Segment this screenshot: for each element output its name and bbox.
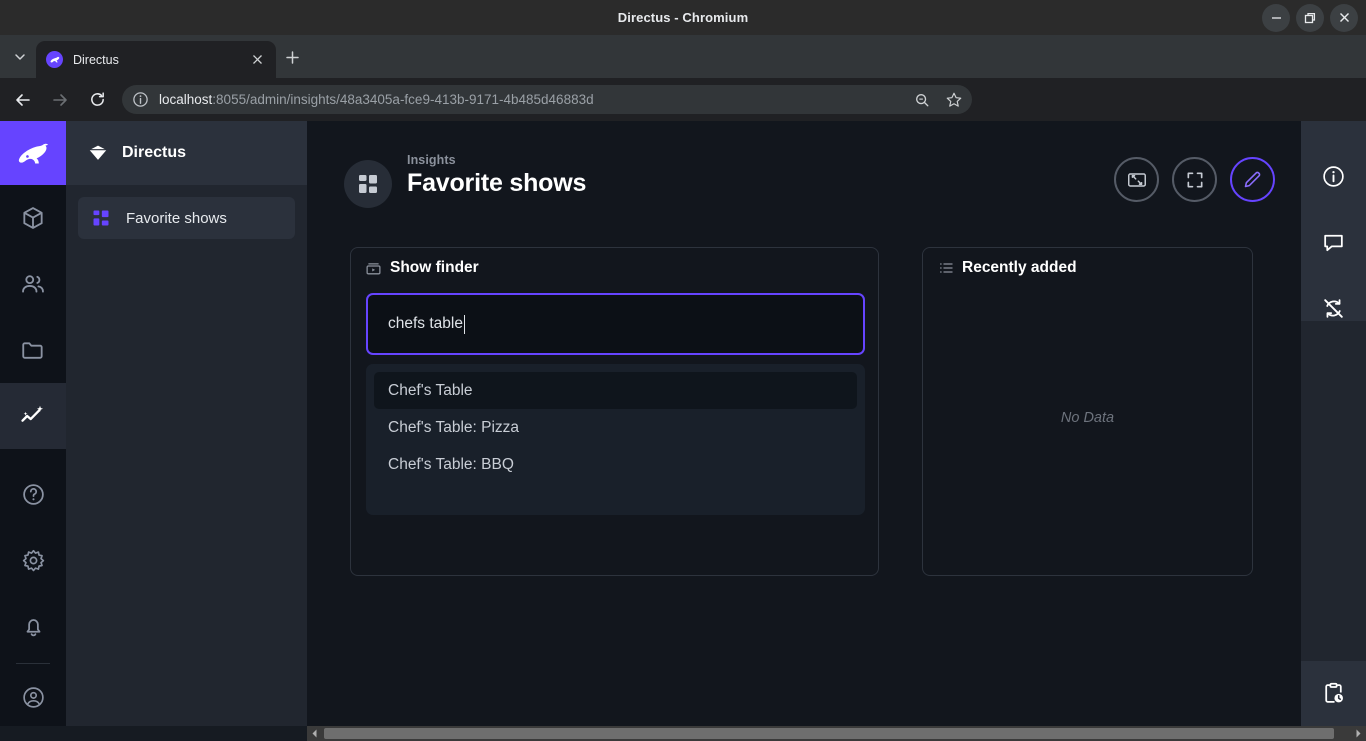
search-suggestions-dropdown: Chef's Table Chef's Table: Pizza Chef's … <box>366 364 865 515</box>
back-arrow-icon[interactable] <box>9 86 37 114</box>
chevron-down-icon[interactable] <box>10 47 30 67</box>
sidebar-divider <box>16 663 50 664</box>
browser-tab-title: Directus <box>73 52 119 67</box>
sidebar-item-label: Favorite shows <box>126 209 227 227</box>
fullscreen-button[interactable] <box>1172 157 1217 202</box>
settings-gear-icon[interactable] <box>0 527 66 593</box>
close-icon[interactable] <box>248 51 266 69</box>
image-fit-button[interactable] <box>1114 157 1159 202</box>
directus-diamond-icon <box>86 141 110 165</box>
scroll-left-arrow-icon[interactable] <box>307 726 322 741</box>
omnibox[interactable]: localhost:8055/admin/insights/48a3405a-f… <box>122 85 972 114</box>
suggestion-item[interactable]: Chef's Table <box>374 372 857 409</box>
search-input-value: chefs table <box>388 315 463 332</box>
browser-tabstrip: Directus <box>0 35 1366 78</box>
page-actions <box>1114 157 1275 202</box>
window-close-button[interactable] <box>1330 3 1358 32</box>
list-icon <box>937 260 954 277</box>
dashboard-grid-icon <box>344 160 392 208</box>
horizontal-scrollbar[interactable] <box>307 726 1366 741</box>
main-content: Insights Favorite shows Show finder chef… <box>307 121 1301 726</box>
zoom-icon[interactable] <box>910 88 934 112</box>
window-controls <box>1262 0 1358 35</box>
comments-icon[interactable] <box>1301 209 1366 275</box>
module-bar <box>0 121 66 726</box>
panel-title: Recently added <box>962 259 1077 276</box>
right-sidebar-top <box>1301 121 1366 321</box>
scrollbar-track[interactable] <box>322 726 1351 741</box>
panel-show-finder: Show finder chefs table Chef's Table Che… <box>350 247 879 576</box>
activity-log-icon[interactable] <box>1301 661 1366 726</box>
omnibox-url-path: :8055/admin/insights/48a3405a-fce9-413b-… <box>212 92 594 107</box>
suggestion-item[interactable]: Chef's Table: Pizza <box>374 409 857 446</box>
directus-logo[interactable] <box>0 121 66 185</box>
page-title: Favorite shows <box>407 169 587 197</box>
bookmark-star-icon[interactable] <box>942 88 966 112</box>
text-caret <box>463 314 465 334</box>
reload-icon[interactable] <box>83 86 111 114</box>
sidebar-item-favorite-shows[interactable]: Favorite shows <box>78 197 295 239</box>
project-name: Directus <box>122 144 187 161</box>
breadcrumb[interactable]: Insights <box>407 153 586 167</box>
scroll-right-arrow-icon[interactable] <box>1351 726 1366 741</box>
window-maximize-button[interactable] <box>1296 3 1324 32</box>
help-circle-icon[interactable] <box>0 461 66 527</box>
window-minimize-button[interactable] <box>1262 3 1290 32</box>
panel-header: Recently added <box>937 259 1077 277</box>
info-icon[interactable] <box>1301 143 1366 209</box>
project-header[interactable]: Directus <box>66 121 307 185</box>
suggestion-item[interactable]: Chef's Table: BBQ <box>374 446 857 483</box>
omnibox-url-host: localhost <box>159 92 213 107</box>
browser-tab[interactable]: Directus <box>36 41 276 78</box>
forward-arrow-icon[interactable] <box>46 86 74 114</box>
page-viewport: Directus Favorite shows Insights Favorit… <box>0 121 1366 741</box>
notifications-bell-icon[interactable] <box>0 593 66 659</box>
edit-panels-button[interactable] <box>1230 157 1275 202</box>
account-circle-icon[interactable] <box>0 668 66 726</box>
search-input[interactable]: chefs table <box>366 293 865 355</box>
panel-recently-added: Recently added No Data <box>922 247 1253 576</box>
sidebar-nav-list: Favorite shows <box>66 185 307 251</box>
scrollbar-thumb[interactable] <box>324 728 1334 739</box>
dashboard-grid-icon <box>90 207 112 229</box>
window-titlebar: Directus - Chromium <box>0 0 1366 35</box>
panel-title: Show finder <box>390 259 479 276</box>
site-info-icon[interactable] <box>132 91 150 109</box>
browser-toolbar: localhost:8055/admin/insights/48a3405a-f… <box>0 78 1366 193</box>
omnibox-actions <box>910 85 966 114</box>
right-sidebar <box>1301 121 1366 726</box>
window-title: Directus - Chromium <box>617 10 749 25</box>
empty-state-text: No Data <box>1060 410 1115 426</box>
panel-header: Show finder <box>365 259 479 277</box>
sidebar-item-file-library[interactable] <box>0 317 66 383</box>
no-refresh-icon[interactable] <box>1301 275 1366 341</box>
sidebar-item-insights[interactable] <box>0 383 66 449</box>
page-header: Insights Favorite shows <box>307 121 1301 247</box>
directus-rabbit-favicon <box>46 51 63 68</box>
sidebar-item-user-directory[interactable] <box>0 251 66 317</box>
omnibox-url: localhost:8055/admin/insights/48a3405a-f… <box>159 92 594 107</box>
navigation-sidebar: Directus Favorite shows <box>66 121 307 726</box>
new-tab-button[interactable] <box>281 46 303 68</box>
page-title-block: Insights Favorite shows <box>407 153 586 198</box>
video-label-icon <box>365 260 382 277</box>
sidebar-item-content[interactable] <box>0 185 66 251</box>
